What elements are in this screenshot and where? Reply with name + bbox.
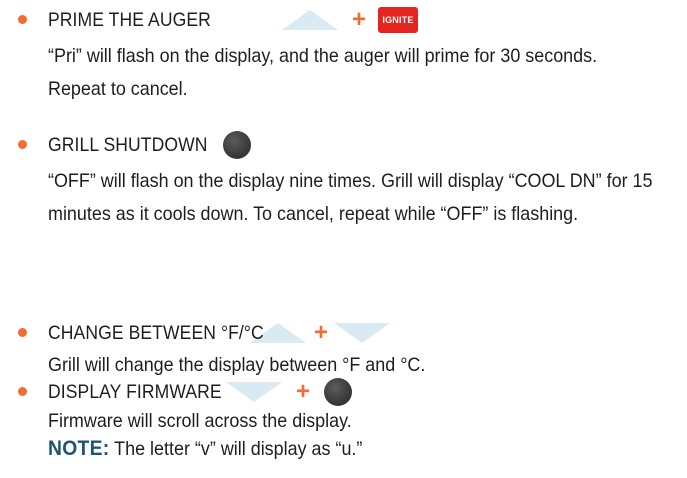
- bullet-icon: [18, 328, 27, 337]
- power-knob-icon: [324, 378, 353, 406]
- item-description: “Pri” will flash on the display, and the…: [48, 45, 598, 100]
- item-description: “OFF” will flash on the display nine tim…: [48, 170, 653, 225]
- note-text: The letter “v” will display as “u.”: [114, 438, 363, 460]
- bullet-icon: [18, 15, 27, 24]
- plus-icon: +: [352, 6, 367, 33]
- power-knob-icon: [223, 131, 251, 159]
- down-arrow-icon: [334, 323, 391, 343]
- note-label: NOTE:: [48, 437, 110, 460]
- down-arrow-icon: [226, 382, 282, 402]
- bullet-icon: [18, 140, 27, 149]
- ignite-button-icon: IGNITE: [378, 7, 419, 33]
- note: NOTE: The letter “v” will display as “u.…: [48, 435, 683, 463]
- bullet-icon: [18, 387, 27, 396]
- plus-icon: +: [296, 378, 311, 405]
- plus-icon: +: [314, 319, 329, 346]
- instruction-display-firmware: DISPLAY FIRMWARE + Firmware will scroll …: [18, 378, 687, 463]
- item-heading: DISPLAY FIRMWARE: [48, 380, 222, 403]
- item-heading: GRILL SHUTDOWN: [48, 133, 208, 156]
- instruction-grill-shutdown: GRILL SHUTDOWN “OFF” will flash on the d…: [18, 131, 687, 231]
- instruction-prime-auger: PRIME THE AUGER + IGNITE “Pri” will flas…: [18, 6, 687, 106]
- item-description: Firmware will scroll across the display.: [48, 410, 352, 432]
- item-heading: CHANGE BETWEEN °F/°C: [48, 321, 264, 344]
- instruction-change-units: CHANGE BETWEEN °F/°C + Grill will change…: [18, 319, 687, 382]
- item-heading: PRIME THE AUGER: [48, 8, 211, 31]
- up-arrow-icon: [282, 10, 338, 30]
